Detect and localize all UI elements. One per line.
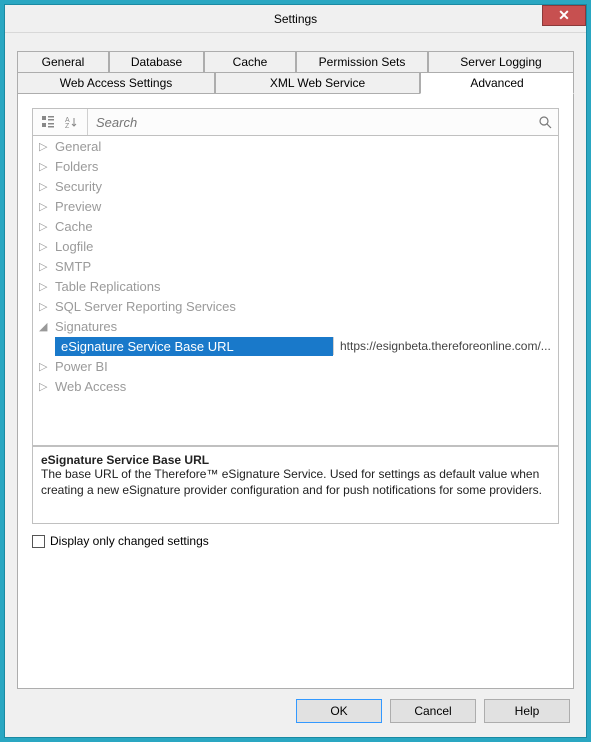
description-panel: eSignature Service Base URL The base URL… (32, 446, 559, 524)
expand-icon[interactable]: ▷ (39, 380, 53, 393)
tree-item-preview[interactable]: ▷ Preview (33, 196, 558, 216)
tree-item-signatures[interactable]: ◢ Signatures (33, 316, 558, 336)
setting-label: eSignature Service Base URL (55, 337, 333, 356)
tab-general[interactable]: General (17, 51, 109, 72)
tree-item-logfile[interactable]: ▷ Logfile (33, 236, 558, 256)
tab-database[interactable]: Database (109, 51, 204, 72)
description-title: eSignature Service Base URL (41, 453, 550, 467)
settings-window: Settings ✕ General Database Cache Permis… (4, 4, 587, 738)
tab-web-access-settings[interactable]: Web Access Settings (17, 72, 215, 94)
expand-icon[interactable]: ▷ (39, 180, 53, 193)
titlebar: Settings ✕ (5, 5, 586, 33)
tab-advanced[interactable]: Advanced (420, 72, 574, 94)
setting-esignature-base-url[interactable]: eSignature Service Base URL https://esig… (33, 336, 558, 356)
display-changed-label: Display only changed settings (50, 534, 209, 548)
display-changed-checkbox[interactable] (32, 535, 45, 548)
display-changed-row: Display only changed settings (32, 524, 559, 548)
property-toolbar: AZ (32, 108, 559, 136)
expand-icon[interactable]: ▷ (39, 160, 53, 173)
close-icon: ✕ (558, 7, 570, 24)
tree-item-sql-reporting[interactable]: ▷ SQL Server Reporting Services (33, 296, 558, 316)
tree-item-general[interactable]: ▷ General (33, 136, 558, 156)
setting-value[interactable]: https://esignbeta.thereforeonline.com/..… (333, 337, 558, 355)
tab-xml-web-service[interactable]: XML Web Service (215, 72, 420, 94)
alphabetical-view-icon[interactable]: AZ (61, 112, 83, 132)
tree-item-security[interactable]: ▷ Security (33, 176, 558, 196)
settings-tree: ▷ General ▷ Folders ▷ Security ▷ Preview… (32, 136, 559, 446)
expand-icon[interactable]: ▷ (39, 260, 53, 273)
window-title: Settings (274, 12, 317, 26)
search-icon[interactable] (532, 115, 558, 129)
expand-icon[interactable]: ▷ (39, 140, 53, 153)
help-button[interactable]: Help (484, 699, 570, 723)
ok-button[interactable]: OK (296, 699, 382, 723)
description-text: The base URL of the Therefore™ eSignatur… (41, 467, 550, 498)
tab-container: General Database Cache Permission Sets S… (17, 51, 574, 94)
expand-icon[interactable]: ▷ (39, 200, 53, 213)
categorized-view-icon[interactable] (37, 112, 59, 132)
close-button[interactable]: ✕ (542, 5, 586, 26)
expand-icon[interactable]: ▷ (39, 300, 53, 313)
tree-item-cache[interactable]: ▷ Cache (33, 216, 558, 236)
cancel-button[interactable]: Cancel (390, 699, 476, 723)
tree-item-table-replications[interactable]: ▷ Table Replications (33, 276, 558, 296)
tree-item-folders[interactable]: ▷ Folders (33, 156, 558, 176)
tree-item-web-access[interactable]: ▷ Web Access (33, 376, 558, 396)
tree-item-smtp[interactable]: ▷ SMTP (33, 256, 558, 276)
tab-server-logging[interactable]: Server Logging (428, 51, 574, 72)
dialog-buttons: OK Cancel Help (17, 689, 574, 727)
expand-icon[interactable]: ▷ (39, 360, 53, 373)
search-input[interactable] (88, 115, 532, 130)
collapse-icon[interactable]: ◢ (39, 320, 53, 333)
tab-permission-sets[interactable]: Permission Sets (296, 51, 428, 72)
expand-icon[interactable]: ▷ (39, 220, 53, 233)
expand-icon[interactable]: ▷ (39, 240, 53, 253)
content-area: General Database Cache Permission Sets S… (5, 33, 586, 737)
svg-text:Z: Z (65, 123, 70, 129)
tab-cache[interactable]: Cache (204, 51, 296, 72)
expand-icon[interactable]: ▷ (39, 280, 53, 293)
tree-item-power-bi[interactable]: ▷ Power BI (33, 356, 558, 376)
advanced-panel: AZ ▷ General ▷ Folders (17, 94, 574, 689)
